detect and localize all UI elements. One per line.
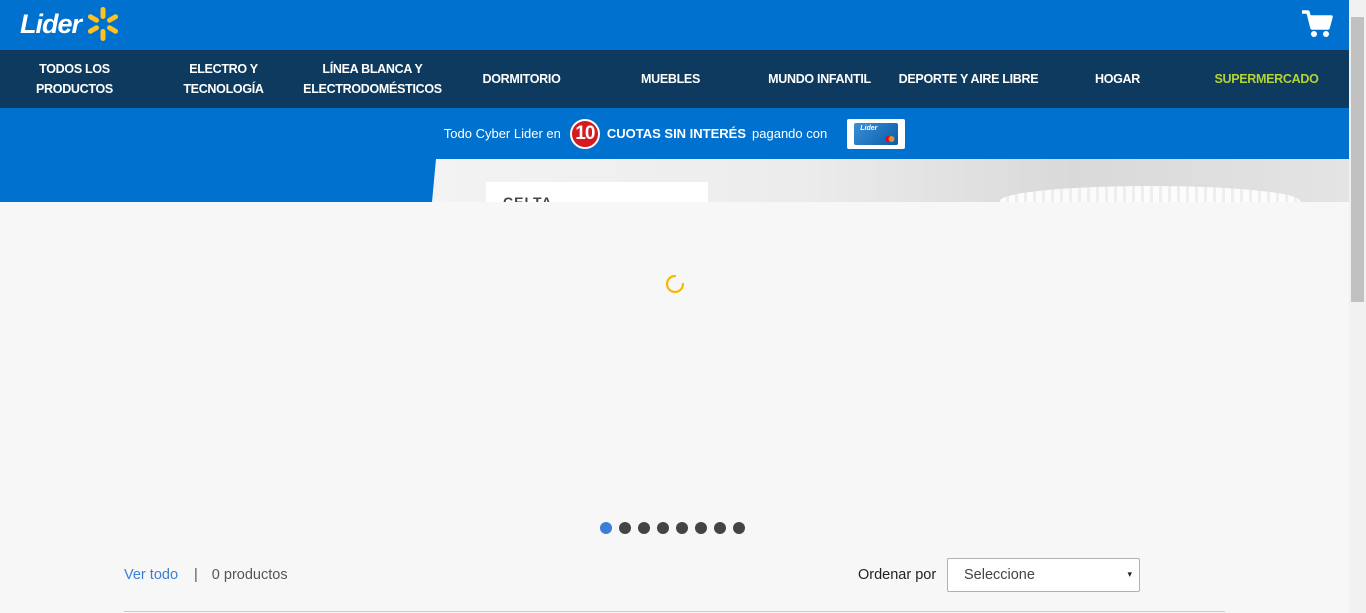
carousel-dot[interactable] [638,522,650,534]
sort-label: Ordenar por [858,567,937,583]
promo-number-badge: 10 [569,118,600,149]
banner-overlay: CELTA [0,159,1349,202]
banner-brand-box: CELTA [486,182,708,202]
loading-spinner-icon [665,274,685,294]
mattress-image [1000,186,1300,202]
view-all-link[interactable]: Ver todo [124,567,178,583]
nav-item-label: DEPORTE Y AIRE LIBRE [898,72,1039,86]
scrollbar-thumb[interactable] [1351,17,1364,302]
carousel-dot[interactable] [714,522,726,534]
logo-text: Lider [20,8,82,39]
shopping-cart-icon[interactable] [1300,8,1334,40]
nav-item-label: HOGAR [1094,72,1141,86]
nav-item-label: LÍNEA BLANCA Y ELECTRODOMÉSTICOS [303,62,442,96]
card-label: Lider [860,124,878,132]
toolbar-separator: | [194,567,198,583]
promo-highlight: CUOTAS SIN INTERÉS [606,126,747,141]
product-count: 0 productos [211,567,288,583]
promo-suffix: pagando con [752,126,828,141]
nav-item-label: MUNDO INFANTIL [768,72,871,86]
page-scrollbar[interactable] [1349,0,1366,613]
spark-logo-icon [87,7,119,41]
nav-item-label: ELECTRO Y TECNOLOGÍA [183,62,264,96]
nav-item-electro-y-tecnología[interactable]: ELECTRO Y TECNOLOGÍA [149,50,298,108]
nav-item-dormitorio[interactable]: DORMITORIO [447,50,596,108]
nav-item-label: DORMITORIO [482,72,561,86]
nav-item-deporte-y-aire-libre[interactable]: DEPORTE Y AIRE LIBRE [894,50,1043,108]
results-toolbar: Ver todo | 0 productos [124,567,288,583]
nav-item-hogar[interactable]: HOGAR [1043,50,1192,108]
carousel-pagination [600,522,745,534]
carousel-dot[interactable] [676,522,688,534]
toolbar-divider [124,611,1225,612]
carousel-dot[interactable] [657,522,669,534]
carousel-dot[interactable] [695,522,707,534]
banner-brand-text: CELTA [503,194,553,202]
nav-item-mundo-infantil[interactable]: MUNDO INFANTIL [745,50,894,108]
promo-strip[interactable]: Todo Cyber Lider en 10 CUOTAS SIN INTERÉ… [0,108,1349,159]
carousel-dot[interactable] [733,522,745,534]
carousel-dot[interactable] [600,522,612,534]
nav-item-supermercado[interactable]: SUPERMERCADO [1192,50,1341,108]
promo-prefix: Todo Cyber Lider en [443,126,561,141]
lider-credit-card-icon: Lider [847,118,906,149]
nav-item-todos-los-productos[interactable]: TODOS LOS PRODUCTOS [0,50,149,108]
top-header: Lider [0,0,1349,50]
nav-item-muebles[interactable]: MUEBLES [596,50,745,108]
carousel-dot[interactable] [619,522,631,534]
lider-logo[interactable]: Lider [20,4,121,44]
nav-item-label: TODOS LOS PRODUCTOS [36,62,113,96]
nav-item-label: MUEBLES [640,72,700,86]
category-nav: TODOS LOS PRODUCTOS ELECTRO Y TECNOLOGÍA LÍN… [0,50,1349,108]
nav-item-label: SUPERMERCADO [1214,72,1319,86]
nav-item-línea-blanca-y-electrodomésticos[interactable]: LÍNEA BLANCA Y ELECTRODOMÉSTICOS [298,50,447,108]
sort-select[interactable]: Seleccione ▾ [947,558,1140,592]
sort-selected-value: Seleccione [964,567,1035,583]
chevron-down-icon: ▾ [1127,569,1132,579]
